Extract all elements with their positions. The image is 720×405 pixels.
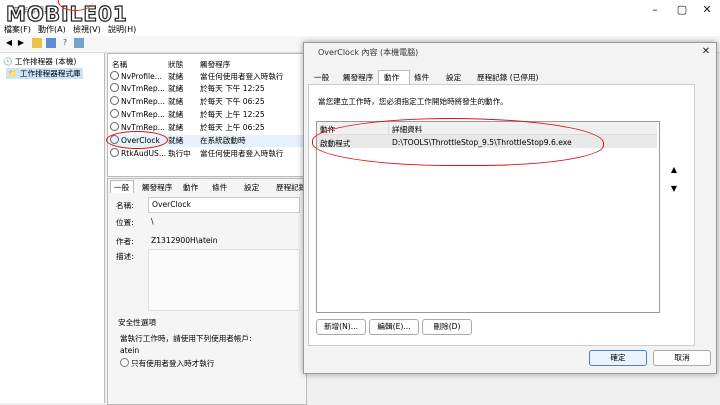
scheduler-icon: 🕒 [3,57,13,66]
tab-triggers[interactable]: 觸發程序 [142,182,172,193]
dialog-close-button[interactable]: ✕ [697,44,715,60]
clock-icon [110,71,119,80]
tab-conditions[interactable]: 條件 [212,182,227,193]
annotation-red-circle [106,131,168,149]
folder-icon[interactable] [32,38,42,48]
table-row[interactable]: NvTmRep... 就緒 於每天 上午 12:25 [110,109,306,121]
dialog-tab-conditions[interactable]: 條件 [414,72,429,83]
location-value: \ [151,217,154,226]
description-label: 描述: [116,252,134,261]
table-row[interactable]: RtkAudUS... 執行中 當任何使用者登入時執行 [110,148,306,160]
name-field[interactable]: OverClock [148,197,300,213]
menu-view[interactable]: 檢視(V) [73,24,101,35]
folder-icon: 📁 [8,69,18,78]
menu-help[interactable]: 說明(H) [108,24,136,35]
cancel-button[interactable]: 取消 [653,350,711,366]
tree-library[interactable]: 📁 工作排程器程式庫 [6,68,83,79]
clock-icon [110,109,119,118]
table-row[interactable]: NvTmRep... 就緒 於每天 下午 12:25 [110,83,306,95]
console-icon[interactable] [46,38,56,48]
tab-settings[interactable]: 設定 [244,182,259,193]
location-label: 位置: [116,218,134,227]
delete-button[interactable]: 刪除(D) [422,319,472,335]
security-text: 當執行工作時，請使用下列使用者帳戶: [120,334,252,343]
author-label: 作者: [116,237,134,246]
clock-icon [110,96,119,105]
column-header-name[interactable]: 名稱 [112,59,127,70]
security-title: 安全性選項 [118,318,156,327]
new-button[interactable]: 新增(N)... [316,319,366,335]
tab-general[interactable]: 一般 [114,182,129,193]
table-row[interactable]: NvProfile... 就緒 當任何使用者登入時執行 [110,71,306,83]
clock-icon [110,122,119,131]
actions-description: 當您建立工作時，您必須指定工作開始時將發生的動作。 [318,97,508,106]
dialog-tab-triggers[interactable]: 觸發程序 [343,72,373,83]
dialog-title: OverClock 內容 (本機電腦) [318,48,419,57]
move-down-icon[interactable]: ▼ [669,184,679,193]
edit-button[interactable]: 編輯(E)... [369,319,419,335]
minimize-button[interactable]: – [646,2,664,18]
author-value: Z1312900H\atein [151,236,218,245]
move-up-icon[interactable]: ▲ [669,165,679,174]
column-header-status[interactable]: 狀態 [168,59,183,70]
description-field[interactable] [148,249,300,311]
tree-root[interactable]: 🕒 工作排程器 (本機) [3,56,76,67]
name-label: 名稱: [116,201,134,210]
radio-logged-on-only[interactable] [120,358,129,367]
radio-label: 只有使用者登入時才執行 [131,359,215,368]
forward-icon[interactable]: ▶ [16,38,26,48]
column-header-trigger[interactable]: 觸發程序 [200,59,230,70]
tab-actions[interactable]: 動作 [183,182,198,193]
maximize-button[interactable]: ▢ [673,2,691,18]
account-value: atein [120,346,140,355]
dialog-tab-history[interactable]: 歷程記錄 (已停用) [477,72,539,83]
help-icon[interactable]: ? [60,38,70,48]
tab-history[interactable]: 歷程記錄 [276,182,306,193]
close-button[interactable]: ✕ [698,2,716,18]
ok-button[interactable]: 確定 [589,350,647,366]
dialog-tab-settings[interactable]: 設定 [446,72,461,83]
back-icon[interactable]: ◀ [4,38,14,48]
menu-file[interactable]: 檔案(F) [4,24,31,35]
clock-icon [110,83,119,92]
annotation-red-circle [312,118,604,166]
properties-icon[interactable] [74,38,84,48]
clock-icon [110,148,119,157]
table-row[interactable]: NvTmRep... 就緒 於每天 下午 06:25 [110,96,306,108]
navigation-tree [0,53,105,403]
menu-action[interactable]: 動作(A) [38,24,66,35]
dialog-tab-actions[interactable]: 動作 [384,72,399,83]
dialog-tab-general[interactable]: 一般 [314,72,329,83]
